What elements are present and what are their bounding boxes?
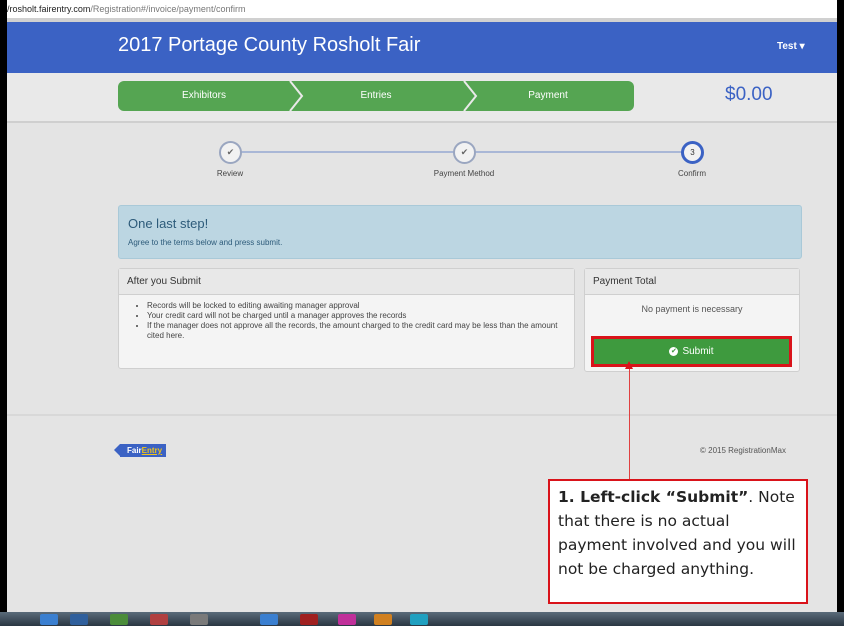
instruction-callout: 1. Left-click “Submit”. Note that there … [548, 479, 808, 604]
copyright: © 2015 RegistrationMax [700, 446, 786, 455]
url-path: /Registration#/invoice/payment/confirm [90, 4, 246, 14]
cart-total: $0.00 [725, 84, 773, 105]
taskbar-app-icon[interactable] [410, 614, 428, 625]
taskbar-app-icon[interactable] [150, 614, 168, 625]
alert-box: One last step! Agree to the terms below … [118, 205, 802, 259]
list-item: Records will be locked to editing awaiti… [147, 301, 567, 311]
after-submit-list: Records will be locked to editing awaiti… [129, 301, 567, 341]
progress-line [473, 151, 683, 153]
panel-heading: After you Submit [119, 269, 574, 295]
tab-exhibitors[interactable]: Exhibitors [118, 81, 290, 111]
taskbar-app-icon[interactable] [374, 614, 392, 625]
payment-message: No payment is necessary [641, 304, 743, 314]
step-confirm-label: Confirm [677, 169, 706, 178]
annotation-arrow [629, 366, 630, 482]
taskbar-app-icon[interactable] [300, 614, 318, 625]
logo-entry: Entry [141, 446, 163, 455]
step-confirm-number: 3 [681, 141, 704, 164]
progress-line [239, 151, 455, 153]
progress-tracker: ✔ Review ✔ Payment Method 3 Confirm [7, 121, 837, 181]
list-item: If the manager does not approve all the … [147, 321, 567, 341]
alert-title: One last step! [128, 216, 209, 231]
logo-fair: Fair [127, 446, 142, 455]
footer-divider [7, 414, 837, 416]
navbar: 2017 Portage County Rosholt Fair Test ▾ [7, 22, 837, 73]
fairentry-logo[interactable]: FairEntry [113, 444, 167, 457]
taskbar-app-icon[interactable] [190, 614, 208, 625]
step-payment-method-label: Payment Method [433, 169, 495, 178]
after-submit-panel: After you Submit Records will be locked … [118, 268, 575, 369]
taskbar-app-icon[interactable] [110, 614, 128, 625]
list-item: Your credit card will not be charged unt… [147, 311, 567, 321]
user-menu[interactable]: Test ▾ [777, 41, 805, 52]
taskbar [0, 612, 844, 626]
address-bar[interactable]: /rosholt.fairentry.com/Registration#/inv… [7, 0, 837, 19]
taskbar-app-icon[interactable] [338, 614, 356, 625]
wizard-tabs: Exhibitors Entries Payment [118, 81, 634, 111]
callout-bold: 1. Left-click “Submit” [558, 488, 749, 506]
tab-payment[interactable]: Payment [462, 81, 634, 111]
step-review-label: Review [216, 169, 244, 178]
browser-window: /rosholt.fairentry.com/Registration#/inv… [7, 0, 837, 626]
url-host: /rosholt.fairentry.com [7, 4, 91, 14]
taskbar-app-icon[interactable] [70, 614, 88, 625]
tab-entries[interactable]: Entries [290, 81, 462, 111]
taskbar-app-icon[interactable] [40, 614, 58, 625]
step-payment-method-check-icon: ✔ [453, 141, 476, 164]
submit-label: Submit [682, 346, 714, 357]
check-circle-icon: ✔ [669, 346, 679, 356]
payment-total-panel: Payment Total No payment is necessary ✔ S… [584, 268, 800, 372]
page-title[interactable]: 2017 Portage County Rosholt Fair [118, 34, 420, 57]
taskbar-app-icon[interactable] [260, 614, 278, 625]
alert-subtitle: Agree to the terms below and press submi… [128, 238, 283, 247]
panel-heading: Payment Total [585, 269, 799, 295]
arrow-up-icon [625, 361, 633, 369]
submit-button[interactable]: ✔ Submit [591, 336, 792, 367]
wizard-band: Exhibitors Entries Payment $0.00 [7, 73, 837, 123]
step-review-check-icon: ✔ [219, 141, 242, 164]
